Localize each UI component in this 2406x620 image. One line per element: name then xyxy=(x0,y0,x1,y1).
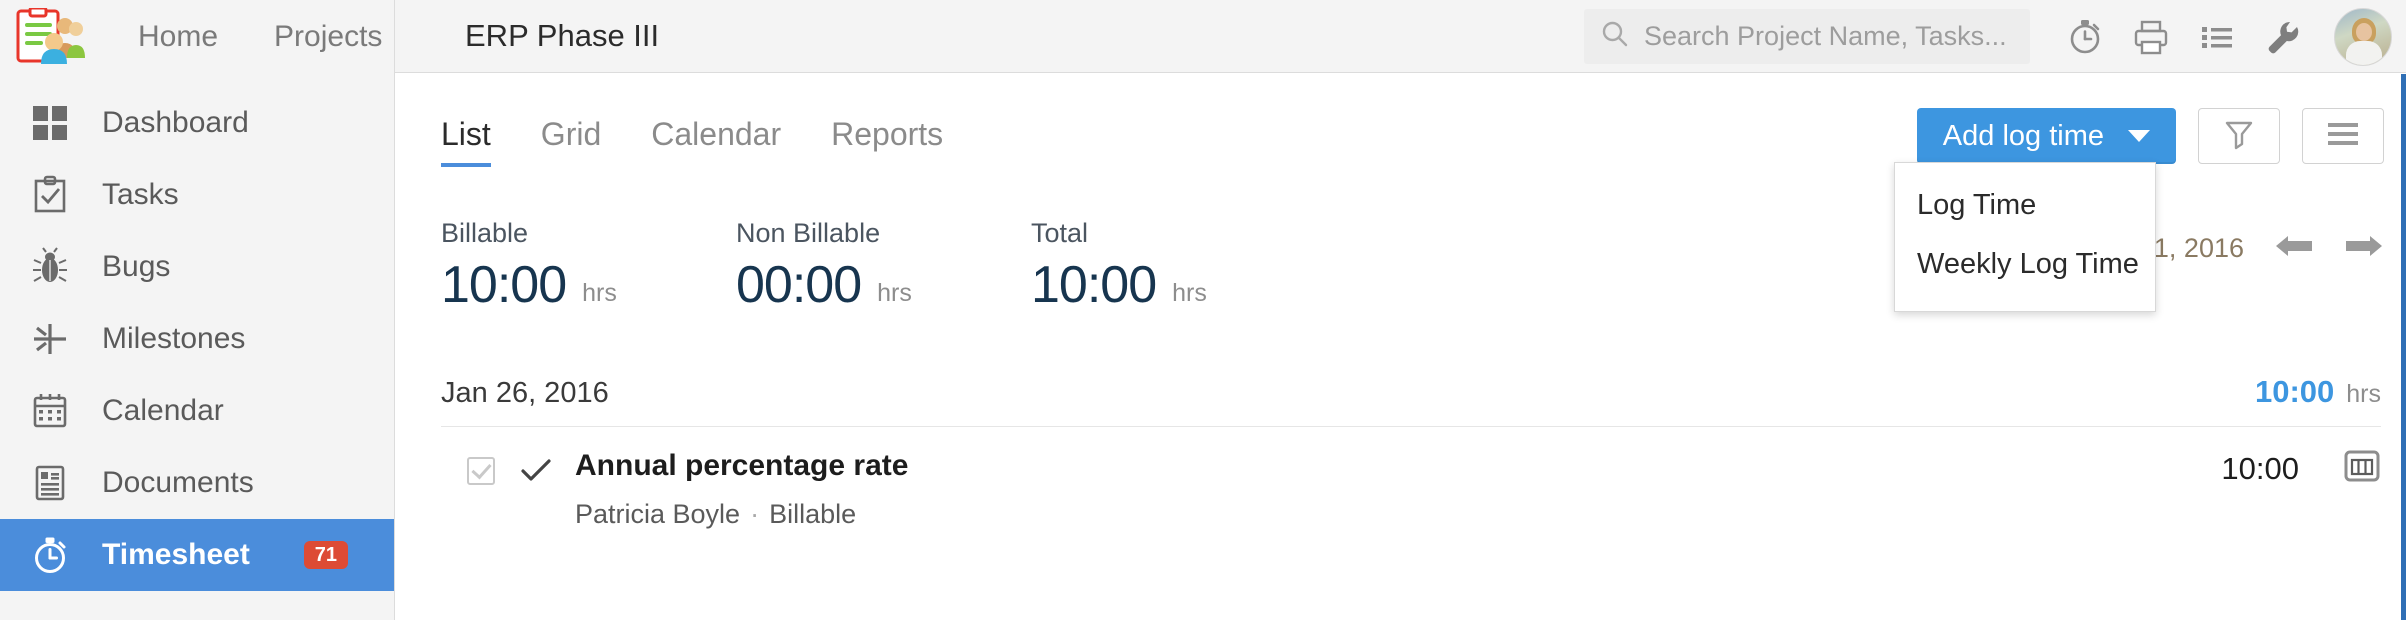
sidebar-item-documents[interactable]: Documents xyxy=(0,447,394,519)
arrow-right-icon xyxy=(2344,232,2384,265)
sidebar-item-timesheet[interactable]: Timesheet 71 xyxy=(0,519,394,591)
row-user: Patricia Boyle xyxy=(575,499,740,529)
stat-unit: hrs xyxy=(582,279,617,308)
search-box[interactable] xyxy=(1584,9,2030,64)
row-texts: Annual percentage rate Patricia Boyle · Bi… xyxy=(575,449,908,530)
main-content: List Grid Calendar Reports Add log time xyxy=(396,74,2406,620)
add-log-time-label: Add log time xyxy=(1943,120,2104,153)
top-bar-right xyxy=(1584,0,2406,73)
document-icon xyxy=(22,455,78,511)
stat-unit: hrs xyxy=(1172,279,1207,308)
nav-projects[interactable]: Projects xyxy=(246,0,410,73)
milestone-icon xyxy=(22,311,78,367)
search-input[interactable] xyxy=(1644,21,2014,52)
toolbar-actions: Add log time xyxy=(1917,108,2384,164)
status-badge: 71 xyxy=(304,541,348,569)
prev-week-button[interactable] xyxy=(2274,232,2314,265)
wrench-icon[interactable] xyxy=(2250,0,2316,73)
search-icon xyxy=(1600,19,1630,54)
clipboard-people-logo[interactable] xyxy=(14,8,88,64)
sidebar-item-calendar[interactable]: Calendar xyxy=(0,375,394,447)
day-group: Jan 26, 2016 10:00 hrs Annual percentage… xyxy=(441,374,2381,530)
row-right: 10:00 xyxy=(2221,447,2381,490)
sidebar-item-milestones[interactable]: Milestones xyxy=(0,303,394,375)
hamburger-icon xyxy=(2326,120,2360,153)
row-hours: 10:00 xyxy=(2221,451,2299,487)
stat-value: 00:00 xyxy=(736,259,861,311)
stat-billable: Billable 10:00 hrs xyxy=(441,218,736,311)
summary-stats: Billable 10:00 hrs Non Billable 00:00 hr… xyxy=(441,218,1326,311)
add-log-time-button[interactable]: Add log time xyxy=(1917,108,2176,164)
scrollbar[interactable] xyxy=(2401,74,2406,620)
view-tabs: List Grid Calendar Reports xyxy=(441,116,993,167)
top-nav: Home Projects xyxy=(110,0,410,73)
calendar-icon xyxy=(22,383,78,439)
check-icon xyxy=(521,459,551,488)
sidebar-item-label: Tasks xyxy=(102,178,179,212)
tab-calendar[interactable]: Calendar xyxy=(651,116,781,167)
chevron-down-icon xyxy=(2128,130,2150,142)
table-row[interactable]: Annual percentage rate Patricia Boyle · Bi… xyxy=(441,427,2381,530)
sidebar: Dashboard Tasks xyxy=(0,73,395,620)
sidebar-item-label: Bugs xyxy=(102,250,170,284)
dropdown-item-weekly-log-time[interactable]: Weekly Log Time xyxy=(1895,236,2155,295)
sidebar-item-label: Calendar xyxy=(102,394,224,428)
row-billing: Billable xyxy=(769,499,856,529)
tab-grid[interactable]: Grid xyxy=(541,116,601,167)
filter-icon xyxy=(2223,118,2255,155)
sidebar-item-dashboard[interactable]: Dashboard xyxy=(0,87,394,159)
tab-reports[interactable]: Reports xyxy=(831,116,943,167)
dropdown-item-log-time[interactable]: Log Time xyxy=(1895,177,2155,236)
stat-caption: Total xyxy=(1031,218,1326,249)
clipboard-check-icon xyxy=(22,167,78,223)
stat-caption: Billable xyxy=(441,218,736,249)
tab-list[interactable]: List xyxy=(441,116,491,167)
week-range: 1, 2016 xyxy=(2154,233,2244,264)
stat-total: Total 10:00 hrs xyxy=(1031,218,1326,311)
app-window: Home Projects ERP Phase III xyxy=(0,0,2406,620)
top-bar: Home Projects ERP Phase III xyxy=(0,0,2406,73)
row-checkbox[interactable] xyxy=(467,457,495,485)
add-log-time-dropdown: Log Time Weekly Log Time xyxy=(1894,162,2156,312)
sidebar-item-label: Dashboard xyxy=(102,106,249,140)
nav-home[interactable]: Home xyxy=(110,0,246,73)
stat-value: 10:00 xyxy=(441,259,566,311)
next-week-button[interactable] xyxy=(2344,232,2384,265)
day-date: Jan 26, 2016 xyxy=(441,377,609,410)
sidebar-item-label: Milestones xyxy=(102,322,245,356)
stat-caption: Non Billable xyxy=(736,218,1031,249)
day-total-unit: hrs xyxy=(2346,380,2381,409)
brand-zone: Home Projects xyxy=(0,0,395,73)
stat-non-billable: Non Billable 00:00 hrs xyxy=(736,218,1031,311)
list-icon[interactable] xyxy=(2184,0,2250,73)
sidebar-item-bugs[interactable]: Bugs xyxy=(0,231,394,303)
bug-icon xyxy=(22,239,78,295)
grid-icon xyxy=(22,95,78,151)
sidebar-item-label: Timesheet xyxy=(102,538,250,572)
stat-unit: hrs xyxy=(877,279,912,308)
sidebar-item-tasks[interactable]: Tasks xyxy=(0,159,394,231)
row-title: Annual percentage rate xyxy=(575,449,908,483)
stat-value: 10:00 xyxy=(1031,259,1156,311)
sidebar-item-label: Documents xyxy=(102,466,254,500)
row-separator: · xyxy=(750,499,759,529)
print-icon[interactable] xyxy=(2118,0,2184,73)
menu-button[interactable] xyxy=(2302,108,2384,164)
timesheet-grid-icon[interactable] xyxy=(2343,447,2381,490)
avatar[interactable] xyxy=(2334,8,2392,66)
row-meta: Patricia Boyle · Billable xyxy=(575,499,908,530)
stopwatch-icon xyxy=(22,527,78,583)
day-header: Jan 26, 2016 10:00 hrs xyxy=(441,374,2381,427)
timer-icon[interactable] xyxy=(2052,0,2118,73)
filter-button[interactable] xyxy=(2198,108,2280,164)
arrow-left-icon xyxy=(2274,232,2314,265)
day-total-value: 10:00 xyxy=(2255,374,2334,410)
page-title: ERP Phase III xyxy=(465,18,659,54)
day-total: 10:00 hrs xyxy=(2255,374,2381,410)
